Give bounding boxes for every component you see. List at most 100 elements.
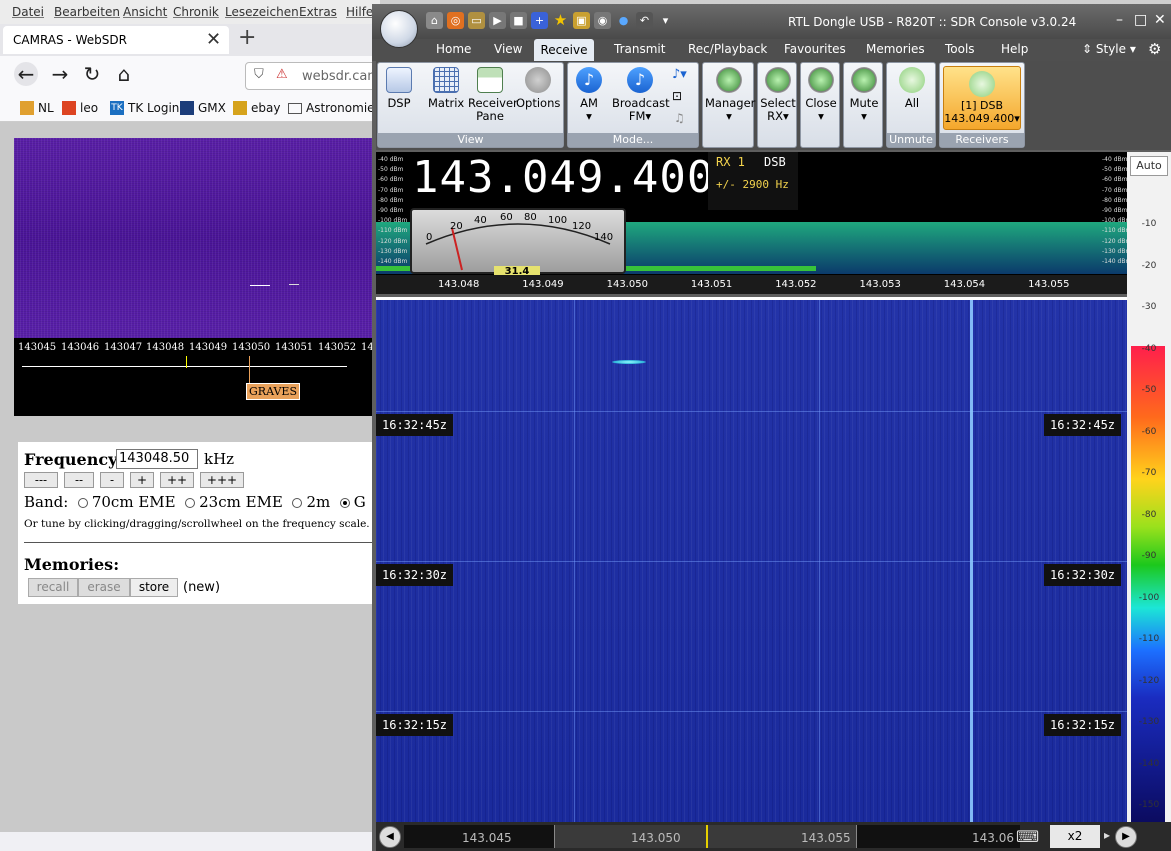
- menu-lesezeichen[interactable]: Lesezeichen: [225, 5, 299, 19]
- home-icon[interactable]: ⌂: [112, 62, 136, 86]
- browser-tab[interactable]: CAMRAS - WebSDR ✕: [3, 26, 229, 54]
- frequency-scale[interactable]: 143.048 143.049 143.050 143.051 143.052 143.0…: [376, 275, 1127, 294]
- step-down-small-button[interactable]: -: [100, 472, 124, 488]
- db-scale-label: -10: [1141, 219, 1157, 229]
- receiver-1-button[interactable]: [1] DSB 143.049.400▾: [943, 66, 1021, 130]
- keyboard-icon[interactable]: ⌨: [1016, 827, 1039, 846]
- close-tab-icon[interactable]: ✕: [206, 29, 221, 50]
- matrix-button[interactable]: Matrix: [428, 67, 464, 110]
- dbm-tick-label: -90 dBm: [1102, 207, 1127, 214]
- bookmark-nl[interactable]: NL: [20, 101, 54, 115]
- close-icon[interactable]: ✕: [1154, 12, 1166, 28]
- play-icon[interactable]: ▶: [489, 12, 506, 29]
- bookmark-gmx[interactable]: GMX: [180, 101, 226, 115]
- waterfall-display[interactable]: 16:32:45z 16:32:45z 16:32:30z 16:32:30z …: [376, 297, 1127, 822]
- tuning-marker[interactable]: [186, 356, 187, 368]
- shield-icon[interactable]: ⛉: [254, 67, 264, 82]
- step-down-medium-button[interactable]: --: [64, 472, 94, 488]
- url-bar[interactable]: ⛉ ⚠ websdr.cam: [245, 62, 380, 90]
- menu-ansicht[interactable]: Ansicht: [123, 5, 167, 19]
- websdr-frequency-scale[interactable]: 143045 143046 143047 143048 143049 14305…: [14, 338, 380, 416]
- close-rx-button[interactable]: Close ▾: [803, 67, 839, 123]
- tab-rec-playback[interactable]: Rec/Playback: [688, 42, 767, 56]
- menu-hilfe[interactable]: Hilfe: [346, 5, 373, 19]
- forward-icon[interactable]: →: [48, 62, 72, 86]
- scroll-right-icon[interactable]: ▶: [1115, 826, 1137, 848]
- lifebuoy-icon[interactable]: ◎: [447, 12, 464, 29]
- customize-qat-icon[interactable]: ▾: [657, 12, 674, 29]
- reload-icon[interactable]: ↻: [80, 62, 104, 86]
- lock-icon[interactable]: ▣: [573, 12, 590, 29]
- zoom-selector[interactable]: x2: [1050, 825, 1100, 848]
- camera-icon[interactable]: ◉: [594, 12, 611, 29]
- drop-icon[interactable]: ●: [615, 12, 632, 29]
- graves-marker-label[interactable]: GRAVES: [246, 383, 300, 400]
- band-g-radio[interactable]: [339, 498, 350, 508]
- broadcast-fm-button[interactable]: ♪ Broadcast FM▾: [612, 67, 670, 123]
- dbm-tick-label: -70 dBm: [1102, 186, 1127, 194]
- scroll-left-icon[interactable]: ◀: [379, 826, 401, 848]
- mode-readout[interactable]: DSB: [764, 155, 786, 169]
- menu-bearbeiten[interactable]: Bearbeiten: [54, 5, 120, 19]
- settings-gear-icon[interactable]: ⚙: [1148, 40, 1161, 58]
- zoom-next-icon[interactable]: ▸: [1104, 828, 1110, 842]
- menu-chronik[interactable]: Chronik: [173, 5, 219, 19]
- bookmark-ebay[interactable]: ebay: [233, 101, 280, 115]
- add-icon[interactable]: +: [531, 12, 548, 29]
- mute-button[interactable]: Mute ▾: [846, 67, 882, 123]
- manager-button[interactable]: Manager ▾: [705, 67, 755, 123]
- band-23cm-radio[interactable]: [185, 498, 196, 508]
- mode-music-icon[interactable]: ♫: [674, 111, 685, 125]
- auto-button[interactable]: Auto: [1130, 156, 1168, 176]
- websdr-waterfall[interactable]: [14, 138, 380, 338]
- minimize-icon[interactable]: –: [1116, 12, 1123, 28]
- unmute-all-button[interactable]: All: [895, 67, 929, 110]
- select-rx-button[interactable]: Select RX▾: [760, 67, 796, 123]
- memory-status: (new): [183, 580, 221, 595]
- spectrum-display[interactable]: -40 dBm -50 dBm -60 dBm -70 dBm -80 dBm -90 d…: [376, 152, 1127, 294]
- step-up-small-button[interactable]: +: [130, 472, 154, 488]
- recall-button[interactable]: recall: [28, 578, 78, 597]
- tab-view[interactable]: View: [494, 42, 522, 56]
- band-g-label: G: [353, 493, 366, 511]
- application-menu-button[interactable]: [380, 10, 418, 48]
- options-button[interactable]: Options: [516, 67, 560, 110]
- style-menu[interactable]: ⇕ Style ▾: [1082, 42, 1136, 56]
- bookmark-tk-login[interactable]: TK TK Login: [110, 101, 179, 115]
- dsp-button[interactable]: DSP: [386, 67, 412, 110]
- mode-extra-icon[interactable]: ⊡: [672, 89, 682, 103]
- step-up-large-button[interactable]: +++: [200, 472, 244, 488]
- undo-icon[interactable]: ↶: [636, 12, 653, 29]
- mode-dropdown-icon[interactable]: ♪▾: [672, 67, 687, 82]
- erase-button[interactable]: erase: [78, 578, 130, 597]
- frequency-input[interactable]: 143048.50: [116, 449, 198, 469]
- bookmark-astronomie[interactable]: Astronomie: [288, 101, 375, 115]
- tab-home[interactable]: Home: [436, 42, 471, 56]
- folder-icon[interactable]: ▭: [468, 12, 485, 29]
- step-up-medium-button[interactable]: ++: [160, 472, 194, 488]
- band-2m-radio[interactable]: [292, 498, 303, 508]
- menu-datei[interactable]: Datei: [12, 5, 44, 19]
- menu-extras[interactable]: Extras: [299, 5, 337, 19]
- tab-help[interactable]: Help: [1001, 42, 1028, 56]
- tab-tools[interactable]: Tools: [945, 42, 975, 56]
- folder-icon: [288, 102, 302, 114]
- back-icon[interactable]: ←: [14, 62, 38, 86]
- db-gradient[interactable]: [1131, 346, 1165, 822]
- star-icon[interactable]: ★: [552, 12, 569, 29]
- band-70cm-radio[interactable]: [77, 498, 88, 508]
- maximize-icon[interactable]: □: [1134, 12, 1147, 28]
- stop-icon[interactable]: ■: [510, 12, 527, 29]
- store-button[interactable]: store: [130, 578, 178, 597]
- tab-transmit[interactable]: Transmit: [614, 42, 665, 56]
- tab-memories[interactable]: Memories: [866, 42, 925, 56]
- receiver-pane-button[interactable]: Receiver Pane: [468, 67, 518, 123]
- am-button[interactable]: ♪ AM ▾: [576, 67, 602, 123]
- receivers-group: [1] DSB 143.049.400▾ Receivers: [939, 62, 1025, 148]
- step-down-large-button[interactable]: ---: [24, 472, 58, 488]
- tab-favourites[interactable]: Favourites: [784, 42, 846, 56]
- new-tab-icon[interactable]: +: [238, 25, 256, 50]
- tab-receive[interactable]: Receive: [534, 39, 594, 61]
- home-icon[interactable]: ⌂: [426, 12, 443, 29]
- bookmark-leo[interactable]: leo: [62, 101, 98, 115]
